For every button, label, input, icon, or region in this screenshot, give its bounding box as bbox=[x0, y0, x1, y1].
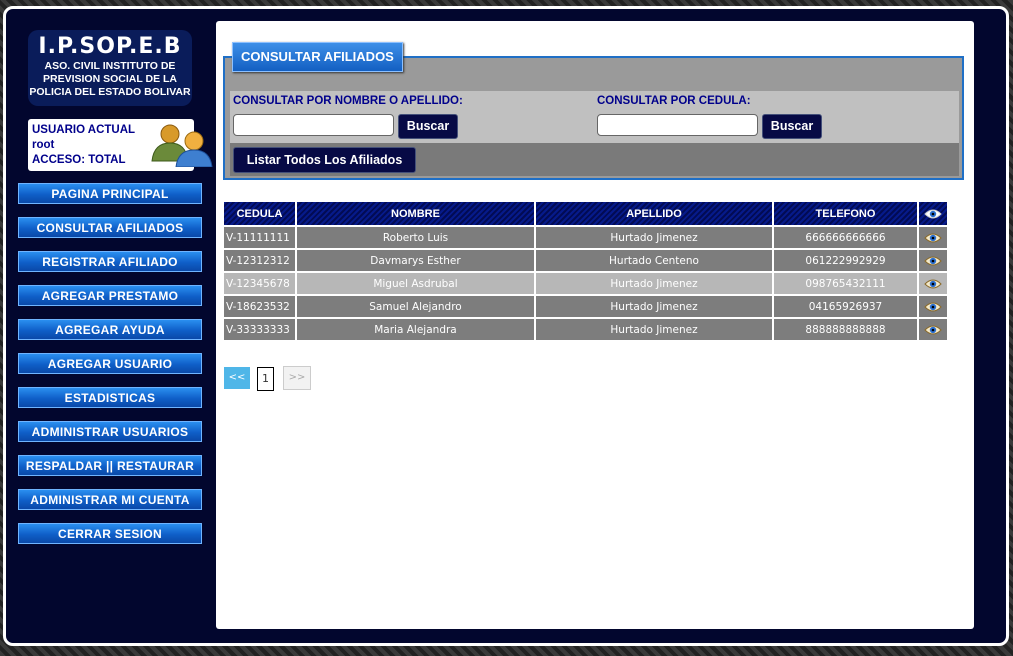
menu-administrar-mi-cuenta[interactable]: ADMINISTRAR MI CUENTA bbox=[18, 489, 202, 510]
table-row: V-18623532 Samuel Alejandro Hurtado Jime… bbox=[224, 296, 947, 317]
view-button[interactable] bbox=[919, 250, 947, 271]
eye-icon[interactable] bbox=[924, 255, 942, 267]
cell-apellido: Hurtado Jimenez bbox=[536, 319, 772, 340]
eye-icon[interactable] bbox=[924, 301, 942, 313]
logo-line-3: POLICIA DEL ESTADO BOLIVAR bbox=[29, 86, 191, 98]
logo-line-2: PREVISION SOCIAL DE LA bbox=[43, 73, 177, 85]
menu-pagina-principal[interactable]: PAGINA PRINCIPAL bbox=[18, 183, 202, 204]
search-by-id-label: CONSULTAR POR CEDULA: bbox=[597, 95, 751, 107]
table-row: V-33333333 Maria Alejandra Hurtado Jimen… bbox=[224, 319, 947, 340]
menu-cerrar-sesion[interactable]: CERRAR SESION bbox=[18, 523, 202, 544]
cell-apellido: Hurtado Centeno bbox=[536, 250, 772, 271]
cell-nombre: Roberto Luis bbox=[297, 227, 534, 248]
cell-apellido: Hurtado Jimenez bbox=[536, 227, 772, 248]
view-button[interactable] bbox=[919, 319, 947, 340]
menu-respaldar-restaurar[interactable]: RESPALDAR || RESTAURAR bbox=[18, 455, 202, 476]
search-by-id-button[interactable]: Buscar bbox=[762, 114, 822, 139]
logo-title: I.P.SOP.E.B bbox=[38, 34, 182, 59]
cell-cedula: V-12345678 bbox=[224, 273, 295, 294]
cell-telefono: 888888888888 bbox=[774, 319, 917, 340]
cell-telefono: 666666666666 bbox=[774, 227, 917, 248]
cell-apellido: Hurtado Jimenez bbox=[536, 273, 772, 294]
cell-nombre: Maria Alejandra bbox=[297, 319, 534, 340]
eye-icon[interactable] bbox=[924, 232, 942, 244]
header-cedula: CEDULA bbox=[224, 202, 295, 225]
menu-agregar-ayuda[interactable]: AGREGAR AYUDA bbox=[18, 319, 202, 340]
users-icon bbox=[151, 124, 213, 167]
current-user-label: USUARIO ACTUAL bbox=[32, 124, 136, 136]
table-row: V-12312312 Davmarys Esther Hurtado Cente… bbox=[224, 250, 947, 271]
table-row: V-11111111 Roberto Luis Hurtado Jimenez … bbox=[224, 227, 947, 248]
pager-next-button[interactable]: >> bbox=[283, 366, 311, 390]
eye-icon[interactable] bbox=[924, 278, 942, 290]
table-row: V-12345678 Miguel Asdrubal Hurtado Jimen… bbox=[224, 273, 947, 294]
cell-nombre: Samuel Alejandro bbox=[297, 296, 534, 317]
current-user-box: USUARIO ACTUAL root ACCESO: TOTAL bbox=[28, 119, 213, 171]
current-user-name: root bbox=[32, 139, 55, 151]
panel-title: CONSULTAR AFILIADOS bbox=[232, 42, 403, 72]
logo-line-1: ASO. CIVIL INSTITUTO DE bbox=[44, 60, 176, 72]
cell-cedula: V-12312312 bbox=[224, 250, 295, 271]
menu-consultar-afiliados[interactable]: CONSULTAR AFILIADOS bbox=[18, 217, 202, 238]
header-nombre: NOMBRE bbox=[297, 202, 534, 225]
cell-telefono: 04165926937 bbox=[774, 296, 917, 317]
eye-icon bbox=[924, 209, 942, 219]
view-button[interactable] bbox=[919, 273, 947, 294]
search-by-name-input[interactable] bbox=[233, 114, 394, 136]
cell-nombre: Miguel Asdrubal bbox=[297, 273, 534, 294]
cell-telefono: 061222992929 bbox=[774, 250, 917, 271]
menu-agregar-usuario[interactable]: AGREGAR USUARIO bbox=[18, 353, 202, 374]
cell-nombre: Davmarys Esther bbox=[297, 250, 534, 271]
view-button[interactable] bbox=[919, 227, 947, 248]
list-all-button[interactable]: Listar Todos Los Afiliados bbox=[233, 147, 416, 173]
eye-icon[interactable] bbox=[924, 324, 942, 336]
cell-cedula: V-11111111 bbox=[224, 227, 295, 248]
view-button[interactable] bbox=[919, 296, 947, 317]
search-by-id-input[interactable] bbox=[597, 114, 758, 136]
current-user-access: ACCESO: TOTAL bbox=[32, 154, 126, 166]
header-telefono: TELEFONO bbox=[774, 202, 917, 225]
cell-apellido: Hurtado Jimenez bbox=[536, 296, 772, 317]
menu-registrar-afiliado[interactable]: REGISTRAR AFILIADO bbox=[18, 251, 202, 272]
pager-page-1[interactable]: 1 bbox=[257, 367, 274, 391]
pager-prev-button[interactable]: << bbox=[224, 367, 250, 389]
header-apellido: APELLIDO bbox=[536, 202, 772, 225]
table-header-row: CEDULA NOMBRE APELLIDO TELEFONO bbox=[224, 202, 947, 225]
results-table: CEDULA NOMBRE APELLIDO TELEFONO V-111111… bbox=[222, 200, 949, 342]
header-view bbox=[919, 202, 947, 225]
menu-estadisticas[interactable]: ESTADISTICAS bbox=[18, 387, 202, 408]
menu-administrar-usuarios[interactable]: ADMINISTRAR USUARIOS bbox=[18, 421, 202, 442]
cell-cedula: V-18623532 bbox=[224, 296, 295, 317]
cell-telefono: 098765432111 bbox=[774, 273, 917, 294]
logo: I.P.SOP.E.B ASO. CIVIL INSTITUTO DE PREV… bbox=[28, 30, 192, 106]
search-by-name-label: CONSULTAR POR NOMBRE O APELLIDO: bbox=[233, 95, 463, 107]
search-by-name-button[interactable]: Buscar bbox=[398, 114, 458, 139]
menu-agregar-prestamo[interactable]: AGREGAR PRESTAMO bbox=[18, 285, 202, 306]
cell-cedula: V-33333333 bbox=[224, 319, 295, 340]
